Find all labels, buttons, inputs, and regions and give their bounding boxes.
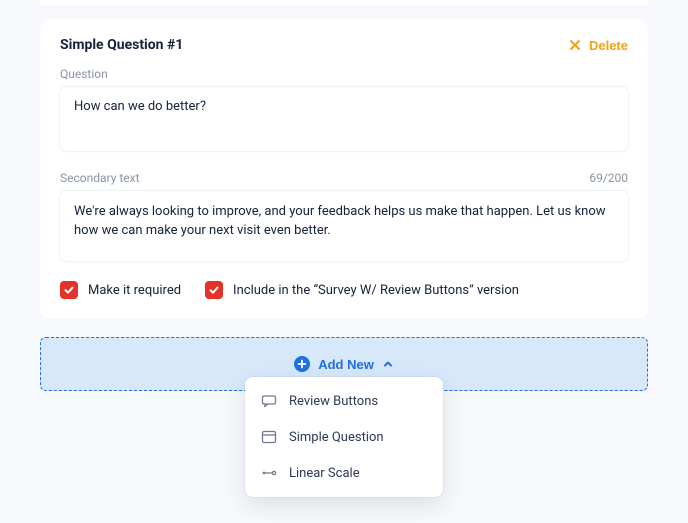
chevron-up-icon [382, 358, 394, 370]
include-label: Include in the “Survey W/ Review Buttons… [233, 283, 519, 298]
question-card: Simple Question #1 Delete Question Secon… [40, 19, 648, 319]
previous-card-edge [40, 0, 648, 5]
add-new-label: Add New [318, 357, 374, 372]
dropdown-item-label: Review Buttons [289, 394, 378, 409]
delete-button[interactable]: Delete [567, 37, 628, 53]
add-new-dropdown: Review Buttons Simple Question [245, 377, 443, 497]
checkmark-icon [208, 284, 220, 296]
question-label: Question [60, 67, 628, 81]
plus-circle-icon [294, 356, 310, 372]
required-checkbox-wrap[interactable]: Make it required [60, 281, 181, 299]
close-icon [567, 37, 583, 53]
include-checkbox[interactable] [205, 281, 223, 299]
card-title: Simple Question #1 [60, 37, 183, 53]
secondary-counter: 69/200 [589, 171, 628, 185]
delete-label: Delete [589, 38, 628, 53]
add-new-area: Add New Review Buttons [40, 337, 648, 391]
required-label: Make it required [88, 283, 181, 298]
include-checkbox-wrap[interactable]: Include in the “Survey W/ Review Buttons… [205, 281, 519, 299]
linear-scale-icon [261, 465, 277, 481]
question-input[interactable] [60, 87, 628, 151]
options-row: Make it required Include in the “Survey … [60, 281, 628, 299]
question-section: Question [60, 67, 628, 155]
review-buttons-icon [261, 393, 277, 409]
dropdown-item-simple-question[interactable]: Simple Question [245, 419, 443, 455]
required-checkbox[interactable] [60, 281, 78, 299]
dropdown-item-label: Simple Question [289, 430, 384, 445]
dropdown-item-review-buttons[interactable]: Review Buttons [245, 383, 443, 419]
secondary-section: Secondary text 69/200 [60, 171, 628, 265]
secondary-input[interactable] [60, 191, 628, 261]
secondary-label: Secondary text [60, 171, 140, 185]
simple-question-icon [261, 429, 277, 445]
dropdown-item-label: Linear Scale [289, 466, 360, 481]
checkmark-icon [63, 284, 75, 296]
card-header: Simple Question #1 Delete [60, 37, 628, 53]
dropdown-item-linear-scale[interactable]: Linear Scale [245, 455, 443, 491]
